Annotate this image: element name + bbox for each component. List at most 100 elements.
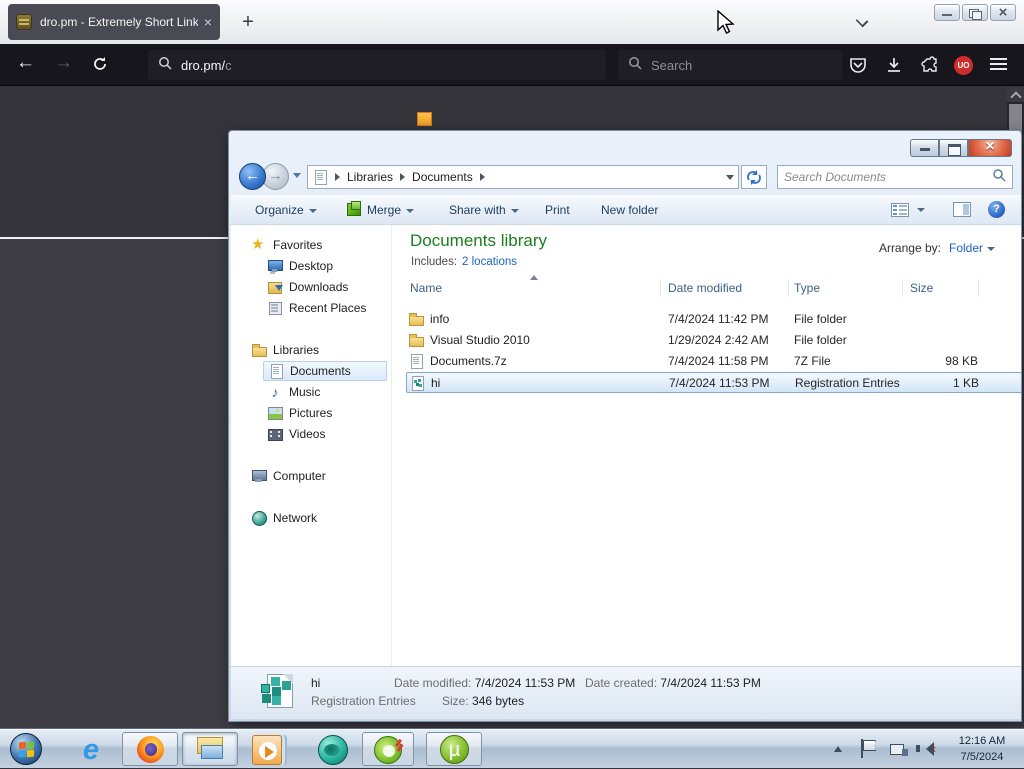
internet-explorer-icon[interactable]: e	[76, 735, 106, 765]
help-button[interactable]: ?	[988, 201, 1005, 218]
pocket-icon[interactable]	[848, 55, 868, 75]
page-scrollbar[interactable]	[1007, 87, 1024, 135]
action-center-flag-icon[interactable]	[860, 739, 876, 759]
explorer-forward-button[interactable]	[262, 163, 289, 190]
network-tray-icon[interactable]	[890, 741, 908, 756]
preview-pane-button[interactable]	[953, 202, 971, 217]
explorer-maximize-button[interactable]	[939, 139, 968, 157]
new-tab-button[interactable]: +	[234, 8, 262, 36]
registry-file-large-icon	[259, 674, 299, 714]
file-row-info[interactable]: info 7/4/2024 11:42 PM File folder	[406, 309, 1021, 330]
folder-icon	[408, 332, 424, 348]
breadcrumb-separator-icon	[400, 173, 406, 181]
taskbar-clock[interactable]: 12:16 AM 7/5/2024	[946, 733, 1018, 765]
browser-search-input[interactable]	[651, 57, 801, 73]
explorer-close-button[interactable]	[968, 138, 1012, 157]
breadcrumb-libraries[interactable]: Libraries	[347, 170, 393, 184]
folder-icon	[408, 311, 424, 327]
green-browser-app-icon	[374, 736, 402, 764]
taskbar-firefox-button[interactable]	[122, 732, 178, 766]
column-header-type[interactable]: Type	[794, 281, 820, 295]
menu-hamburger-icon[interactable]	[990, 58, 1007, 71]
explorer-search-box[interactable]	[777, 165, 1013, 189]
column-separator	[902, 279, 903, 297]
taskbar-explorer-button[interactable]	[182, 732, 238, 766]
sidebar-item-computer[interactable]: Computer	[251, 466, 326, 486]
teal-sphere-app-icon[interactable]	[318, 735, 348, 765]
webpage-orange-marker	[417, 112, 432, 126]
locations-link[interactable]: 2 locations	[462, 256, 517, 268]
refresh-button[interactable]	[741, 165, 767, 189]
url-bar[interactable]: dro.pm/c	[148, 50, 606, 80]
taskbar-utorrent-button[interactable]: µ	[426, 732, 482, 766]
explorer-file-pane: Documents library Includes: 2 locations A…	[391, 225, 1021, 666]
file-row-hi-selected[interactable]: hi 7/4/2024 11:53 PM Registration Entrie…	[406, 372, 1021, 393]
sidebar-item-downloads[interactable]: Downloads	[267, 277, 348, 297]
back-icon[interactable]: ←	[16, 52, 35, 74]
details-file-type: Registration Entries	[311, 694, 416, 708]
show-hidden-icons-icon[interactable]	[834, 746, 842, 752]
star-icon: ★	[251, 236, 265, 253]
browser-restore-button[interactable]	[962, 4, 988, 21]
forward-icon[interactable]: →	[54, 52, 73, 74]
sidebar-item-network[interactable]: Network	[251, 508, 317, 528]
breadcrumb-documents[interactable]: Documents	[412, 170, 473, 184]
arrange-by-control[interactable]: Arrange by: Folder	[879, 241, 995, 255]
downloads-icon[interactable]	[884, 55, 904, 75]
details-pane: hi Registration Entries Date modified: 7…	[231, 666, 1021, 719]
explorer-back-button[interactable]	[239, 163, 266, 190]
browser-close-button[interactable]	[990, 4, 1016, 21]
chevron-down-icon	[406, 208, 415, 213]
history-dropdown-icon[interactable]	[293, 173, 301, 178]
browser-search-bar[interactable]	[618, 50, 842, 80]
browser-titlebar: dro.pm - Extremely Short Links × +	[0, 0, 1024, 44]
recent-places-icon	[267, 300, 283, 316]
address-dropdown-icon[interactable]	[726, 174, 734, 180]
extensions-puzzle-icon[interactable]	[920, 55, 940, 75]
chevron-down-icon	[987, 246, 995, 251]
change-view-button[interactable]	[891, 202, 925, 218]
explorer-minimize-button[interactable]	[910, 139, 939, 157]
new-folder-button[interactable]: New folder	[601, 203, 658, 217]
sidebar-item-desktop[interactable]: Desktop	[267, 256, 333, 276]
sidebar-item-videos[interactable]: Videos	[267, 424, 325, 444]
list-all-tabs-chevron-icon[interactable]	[856, 14, 868, 26]
column-header-name[interactable]: Name	[410, 281, 442, 295]
share-with-button[interactable]: Share with	[449, 203, 519, 217]
scroll-up-icon[interactable]	[1007, 87, 1024, 102]
address-bar[interactable]: Libraries Documents	[307, 165, 739, 189]
column-headers: Name Date modified Type Size	[392, 275, 1021, 299]
sidebar-item-favorites[interactable]: ★ Favorites	[251, 235, 322, 255]
volume-muted-icon[interactable]: ×	[916, 741, 936, 756]
tab-favicon-icon	[16, 14, 32, 30]
organize-button[interactable]: Organize	[255, 203, 317, 217]
taskbar: e µ × 12:16 AM 7/5/2024	[0, 728, 1024, 768]
explorer-search-input[interactable]	[784, 170, 992, 184]
sidebar-item-recent-places[interactable]: Recent Places	[267, 298, 366, 318]
desktop-icon	[267, 258, 283, 274]
merge-icon	[347, 201, 361, 216]
media-player-icon[interactable]	[252, 735, 282, 765]
sidebar-item-documents[interactable]: Documents	[263, 361, 387, 381]
column-header-date[interactable]: Date modified	[668, 281, 742, 295]
archive-file-icon	[408, 353, 424, 369]
file-row-visual-studio[interactable]: Visual Studio 2010 1/29/2024 2:42 AM Fil…	[406, 330, 1021, 351]
pictures-icon	[267, 405, 283, 421]
browser-minimize-button[interactable]	[934, 4, 960, 21]
merge-button[interactable]: Merge	[347, 201, 415, 217]
start-button[interactable]	[10, 733, 42, 765]
print-button[interactable]: Print	[545, 203, 570, 217]
browser-tab[interactable]: dro.pm - Extremely Short Links ×	[8, 4, 220, 40]
reload-icon[interactable]	[92, 56, 108, 72]
ublock-origin-icon[interactable]: UO	[954, 56, 973, 75]
sidebar-item-libraries[interactable]: Libraries	[251, 340, 319, 360]
sidebar-item-music[interactable]: ♪ Music	[267, 382, 321, 402]
column-header-size[interactable]: Size	[910, 281, 933, 295]
details-date-modified: Date modified: 7/4/2024 11:53 PM	[394, 676, 576, 690]
file-row-documents-7z[interactable]: Documents.7z 7/4/2024 11:58 PM 7Z File 9…	[406, 351, 1021, 372]
taskbar-green-app-button[interactable]	[362, 732, 414, 766]
scrollbar-thumb[interactable]	[1009, 104, 1022, 132]
tab-close-icon[interactable]: ×	[204, 15, 212, 29]
sidebar-item-pictures[interactable]: Pictures	[267, 403, 332, 423]
computer-icon	[251, 468, 267, 484]
